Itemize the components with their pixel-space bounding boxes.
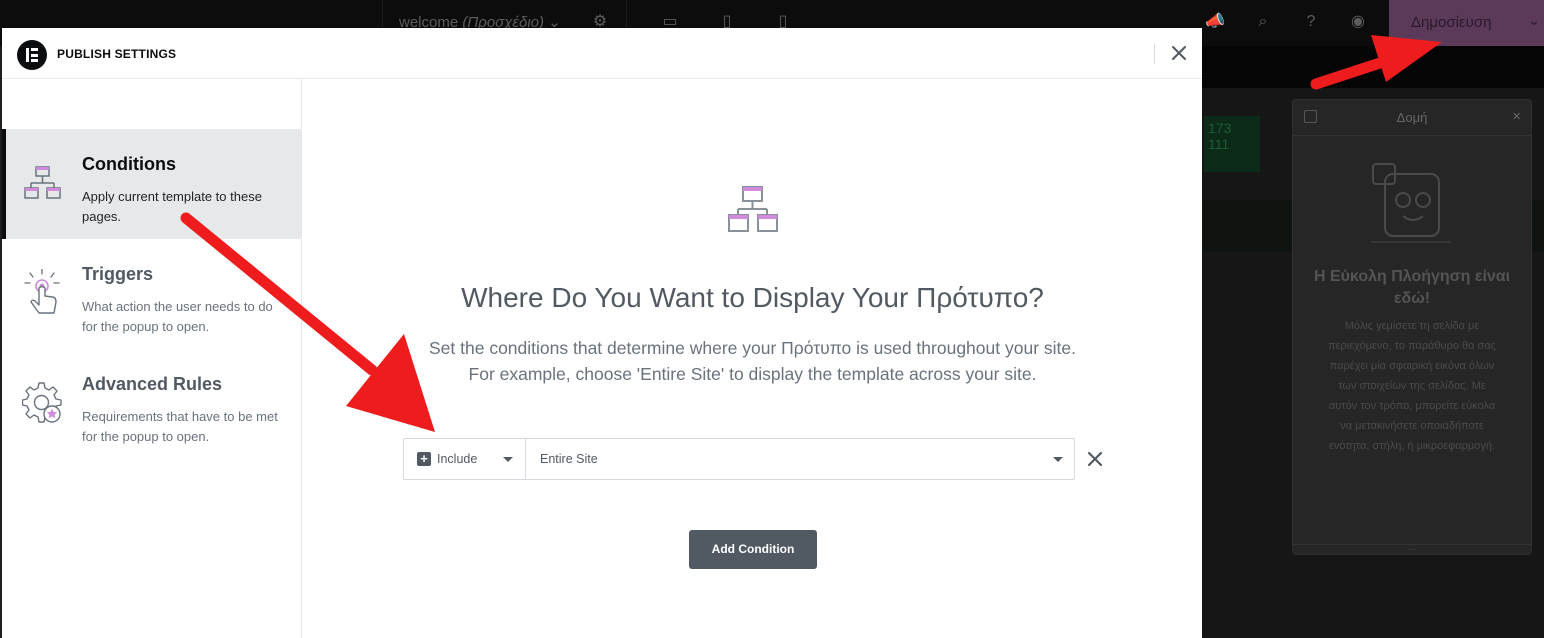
tab-triggers-desc: What action the user needs to do for the… (82, 299, 273, 334)
plus-icon: + (417, 452, 431, 466)
tab-conditions-desc: Apply current template to these pages. (82, 189, 262, 224)
tab-advanced-rules-label: Advanced Rules (82, 374, 223, 394)
robot-illustration-icon (1371, 163, 1451, 243)
structure-panel-header: Δομή × (1293, 100, 1531, 136)
tab-advanced-rules[interactable]: Advanced Rules Requirements that have to… (2, 349, 302, 459)
tab-advanced-rules-desc: Requirements that have to be met for the… (82, 409, 278, 444)
description-line-1: Set the conditions that determine where … (429, 338, 1076, 358)
sitemap-icon (24, 166, 61, 199)
resize-handle[interactable]: ... (1293, 542, 1531, 554)
tap-icon (24, 269, 60, 314)
include-select-value: Include (437, 452, 478, 466)
publish-button[interactable]: Δημοσίευση ⌄ (1389, 0, 1544, 46)
eye-icon[interactable]: ◉ (1348, 12, 1368, 32)
conditions-description: Set the conditions that determine where … (303, 335, 1202, 387)
description-line-2: For example, choose 'Entire Site' to dis… (468, 364, 1037, 384)
tab-triggers[interactable]: Triggers What action the user needs to d… (2, 239, 302, 349)
modal-header: PUBLISH SETTINGS (2, 28, 1202, 79)
canvas-widget: 173 111 (1204, 116, 1260, 172)
structure-panel-text: Μόλις γεμίσετε τη σελίδα με περιεχόμενο,… (1328, 320, 1496, 452)
conditions-panel: Where Do You Want to Display Your Πρότυπ… (303, 79, 1202, 638)
add-condition-button[interactable]: Add Condition (689, 530, 817, 569)
help-icon[interactable]: ? (1301, 12, 1321, 32)
remove-condition-icon[interactable] (1085, 449, 1105, 469)
condition-scope-value: Entire Site (540, 452, 598, 466)
include-select[interactable]: + Include (404, 439, 526, 479)
publish-label: Δημοσίευση (1411, 14, 1492, 31)
search-icon[interactable]: ⌕ (1253, 12, 1273, 32)
tab-conditions-label: Conditions (82, 154, 176, 174)
caret-down-icon (1053, 457, 1063, 462)
resize-handle-dots: ... (1407, 542, 1417, 553)
tab-conditions[interactable]: Conditions Apply current template to the… (2, 129, 302, 239)
modal-title: PUBLISH SETTINGS (57, 47, 177, 61)
structure-panel-heading: Η Εύκολη Πλοήγηση είναι εδώ! (1313, 268, 1511, 307)
megaphone-icon[interactable]: 📣 (1205, 12, 1225, 32)
canvas-header-strip (1202, 46, 1544, 88)
tab-triggers-label: Triggers (82, 264, 154, 284)
close-icon[interactable]: × (1512, 108, 1521, 125)
header-divider (1154, 44, 1155, 64)
settings-sidebar: Conditions Apply current template to the… (2, 79, 302, 638)
sitemap-icon (728, 186, 778, 232)
condition-row: + Include Entire Site (403, 438, 1075, 480)
structure-panel: Δομή × Η Εύκολη Πλοήγηση είναι εδώ! Μόλι… (1292, 99, 1532, 555)
caret-down-icon (503, 457, 513, 462)
close-icon[interactable] (1168, 42, 1190, 64)
canvas-widget-text: 173 111 (1208, 120, 1232, 152)
gear-star-icon (22, 382, 62, 423)
publish-settings-modal: PUBLISH SETTINGS Conditions Apply curren… (2, 28, 1202, 638)
condition-scope-select[interactable]: Entire Site (526, 439, 1074, 479)
elementor-logo-icon (17, 40, 47, 70)
structure-panel-title: Δομή (1396, 110, 1428, 125)
page-title: Where Do You Want to Display Your Πρότυπ… (461, 282, 1044, 313)
chevron-down-icon[interactable]: ⌄ (1528, 12, 1540, 29)
